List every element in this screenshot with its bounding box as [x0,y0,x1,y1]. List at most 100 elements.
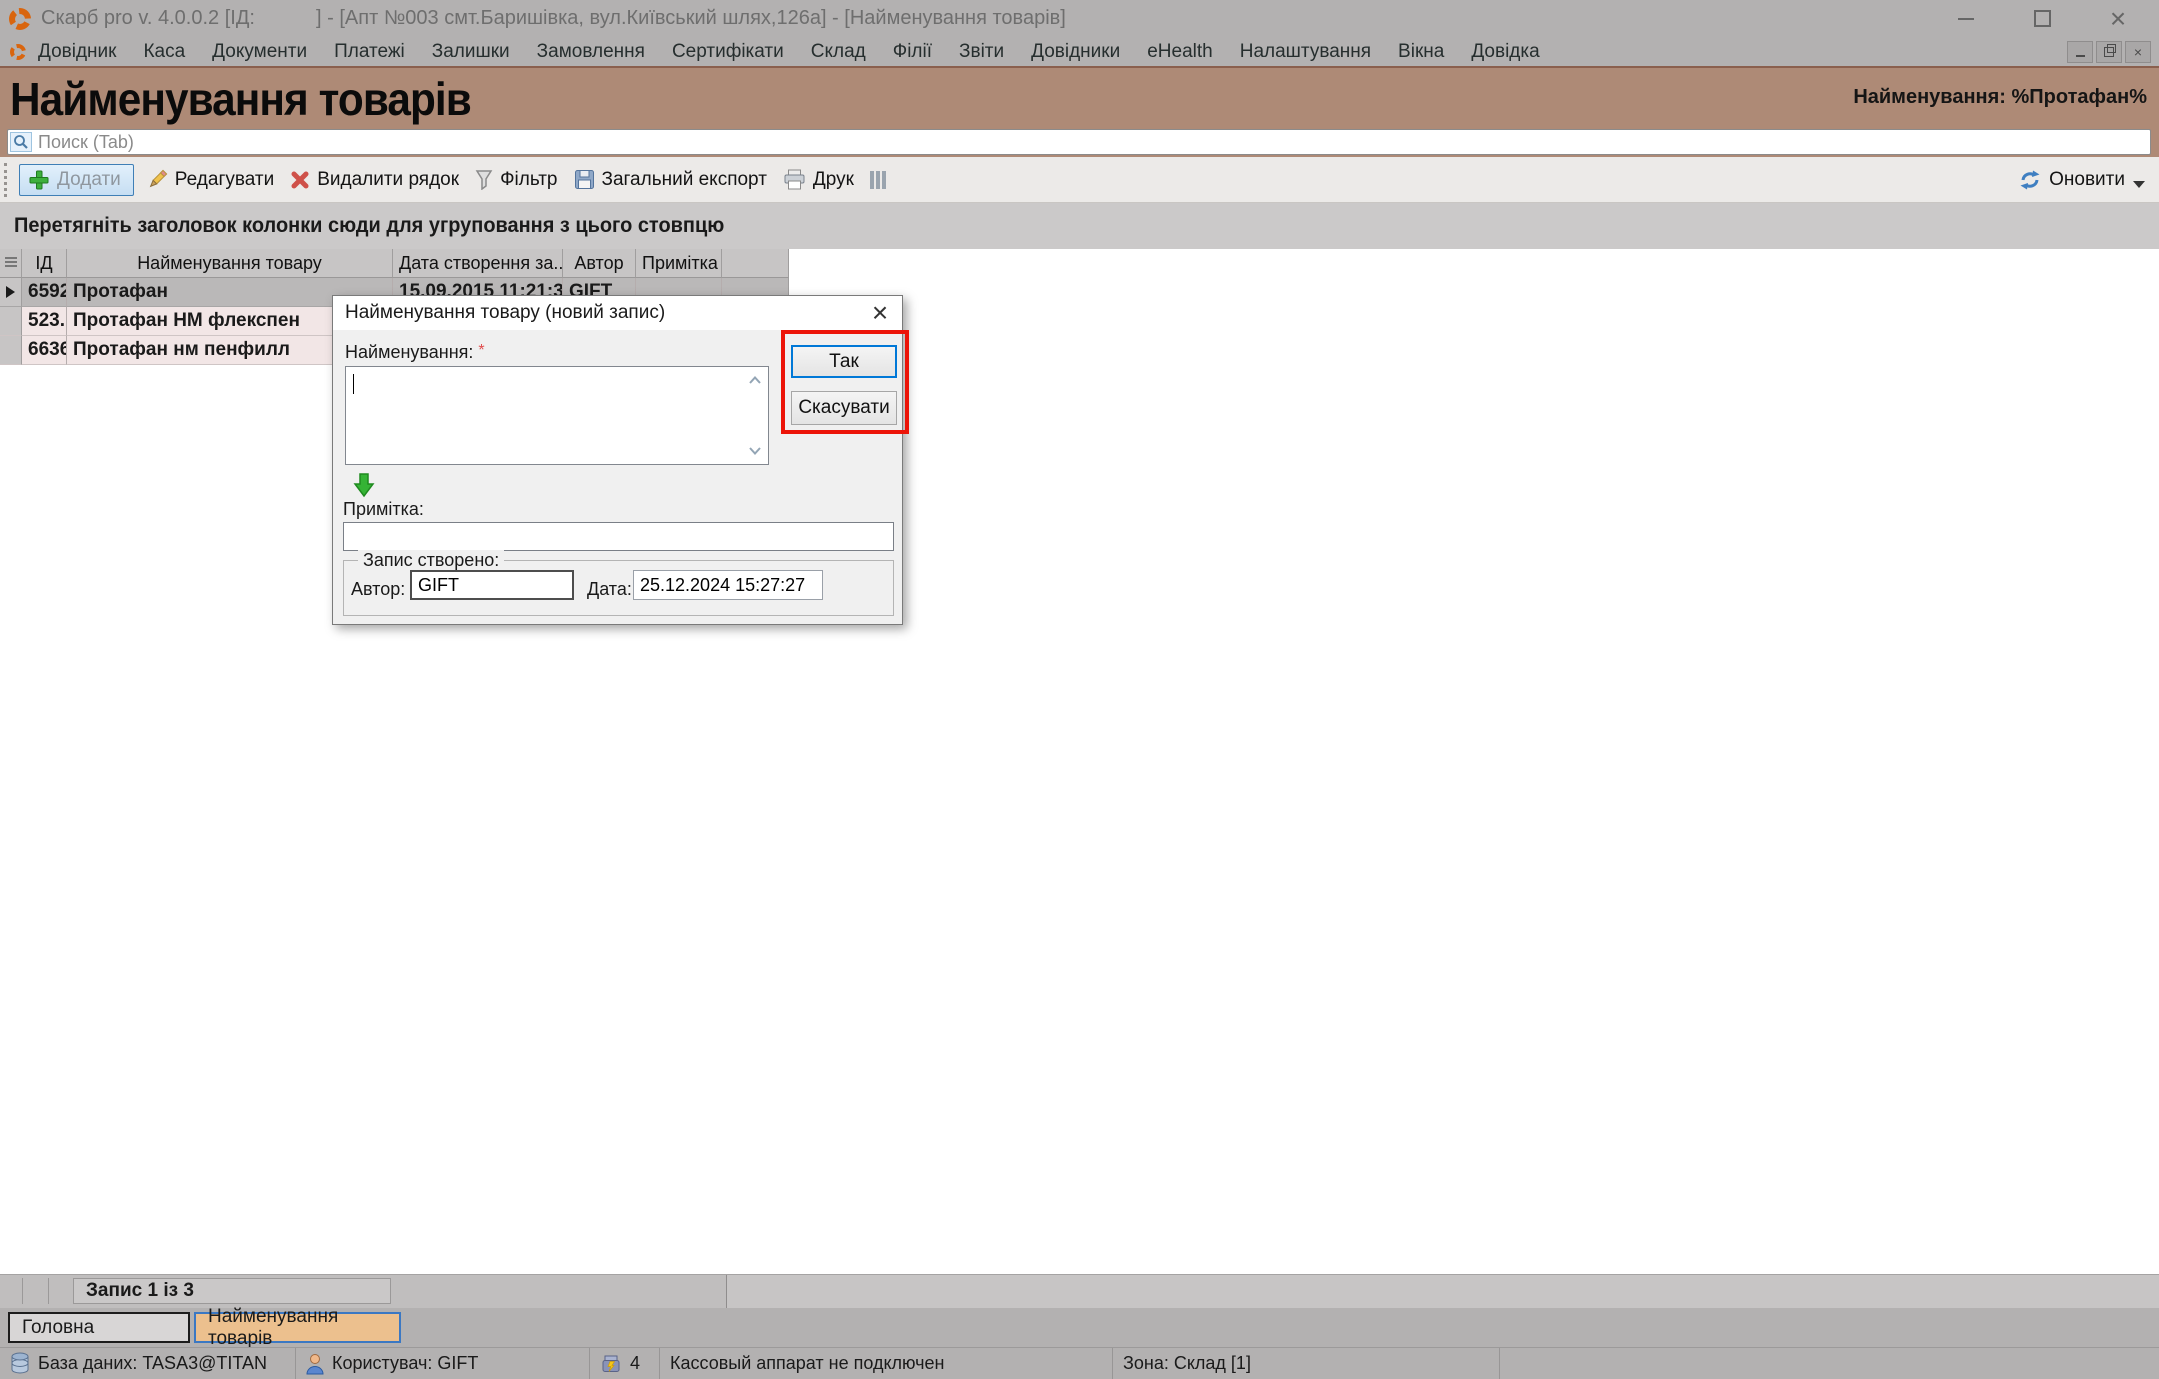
window-title: Скарб pro v. 4.0.0.2 [ІД: ] - [Апт №003 … [41,7,1066,30]
menu-kasa[interactable]: Каса [143,41,185,63]
toolbar-grip[interactable] [4,163,11,197]
minimize-icon[interactable] [1951,6,1981,32]
page-header: Найменування товарів Найменування: %Прот… [0,66,2159,127]
menu-filii[interactable]: Філії [893,41,932,63]
statusbar-user: Користувач: GIFT [296,1348,590,1379]
statusbar-terminal-count: 4 [590,1348,660,1379]
floppy-icon [574,169,595,190]
menu-platezhi[interactable]: Платежі [334,41,405,63]
menu-dokumenty[interactable]: Документи [212,41,307,63]
mdi-minimize-icon[interactable] [2067,41,2093,63]
red-x-icon [290,170,310,190]
search-box[interactable] [7,129,2151,155]
grid-menu-icon [5,257,17,269]
search-icon [10,132,32,152]
page-title: Найменування товарів [10,72,471,126]
refresh-icon [2018,169,2042,191]
column-header-created[interactable]: Дата створення за... [393,249,563,278]
scroll-up-icon[interactable] [747,375,763,385]
record-counter: Запис 1 із 3 [73,1278,391,1304]
menu-zvity[interactable]: Звіти [959,41,1004,63]
menu-dovidnyky[interactable]: Довідники [1031,41,1120,63]
statusbar-cash-status: Кассовый аппарат не подключен [660,1348,1113,1379]
column-header-note[interactable]: Примітка [636,249,722,278]
statusbar-empty [1500,1348,2159,1379]
window-tabs-bar: Головна Найменування товарів [0,1308,2159,1347]
search-input[interactable] [32,132,2150,153]
tab-product-names[interactable]: Найменування товарів [194,1312,401,1343]
refresh-button[interactable]: Оновити [2018,169,2125,191]
filter-button[interactable]: Фільтр [475,169,557,191]
app-logo-icon [9,8,31,30]
menu-sertyfikaty[interactable]: Сертифікати [672,41,784,63]
print-button[interactable]: Друк [783,169,854,191]
menu-zamovlennia[interactable]: Замовлення [537,41,645,63]
app-window: Скарб pro v. 4.0.0.2 [ІД: ] - [Апт №003 … [0,0,2159,1379]
column-header-filler [722,249,789,278]
group-by-panel[interactable]: Перетягніть заголовок колонки сюди для у… [0,203,2159,249]
name-textarea[interactable] [345,366,769,465]
annotation-highlight-box [781,330,909,434]
name-field-label: Найменування: * [345,342,485,363]
date-input[interactable] [633,570,823,600]
dialog-close-icon[interactable]: × [858,296,902,330]
column-header-id[interactable]: ІД [22,249,67,278]
menu-ehealth[interactable]: eHealth [1147,41,1213,63]
database-icon [10,1352,30,1375]
export-button[interactable]: Загальний експорт [574,169,767,191]
grid-corner-cell[interactable] [0,249,22,278]
cash-register-icon [600,1354,622,1374]
cell-id: 523.. [22,307,67,336]
menu-logo-icon [10,44,26,60]
grid-navigator: Запис 1 із 3 [0,1275,727,1308]
scroll-down-icon[interactable] [747,446,763,456]
menu-bar: Довідник Каса Документи Платежі Залишки … [0,37,2159,66]
statusbar-database: База даних: TASA3@TITAN [0,1348,296,1379]
restore-icon[interactable] [2027,6,2057,32]
author-input[interactable] [410,570,574,600]
group-by-hint: Перетягніть заголовок колонки сюди для у… [14,214,724,238]
menu-vikna[interactable]: Вікна [1398,41,1444,63]
column-header-name[interactable]: Найменування товару [67,249,393,278]
delete-row-button[interactable]: Видалити рядок [290,169,459,191]
new-record-dialog: Найменування товару (новий запис) × Найм… [332,295,903,625]
mdi-close-icon[interactable]: × [2125,41,2151,63]
funnel-icon [475,169,493,190]
printer-icon [783,169,806,190]
menu-nalashtuvannia[interactable]: Налаштування [1240,41,1371,63]
close-icon[interactable]: × [2103,6,2133,32]
created-groupbox: Запис створено: Автор: Дата: [343,560,894,616]
menu-zalyshky[interactable]: Залишки [432,41,510,63]
current-row-indicator-icon [6,286,15,298]
edit-button[interactable]: Редагувати [146,169,274,191]
grid-header-row: ІД Найменування товару Дата створення за… [0,249,790,278]
green-down-arrow-icon [353,472,375,498]
required-asterisk: * [478,342,484,359]
mdi-restore-icon[interactable] [2096,41,2122,63]
user-icon [306,1353,324,1375]
menu-sklad[interactable]: Склад [811,41,866,63]
window-titlebar: Скарб pro v. 4.0.0.2 [ІД: ] - [Апт №003 … [0,0,2159,37]
date-label: Дата: [587,579,632,600]
created-group-label: Запис створено: [358,550,504,571]
columns-icon[interactable] [870,171,886,189]
active-filter-label: Найменування: %Протафан% [1853,86,2147,109]
statusbar-zone: Зона: Склад [1] [1113,1348,1500,1379]
author-label: Автор: [351,579,405,600]
text-caret [353,374,354,394]
add-button[interactable]: Додати [19,164,134,196]
status-bar: База даних: TASA3@TITAN Користувач: GIFT… [0,1347,2159,1379]
menu-dovidka[interactable]: Довідка [1471,41,1539,63]
search-row [0,127,2159,157]
tab-home[interactable]: Головна [8,1312,190,1343]
refresh-dropdown-icon[interactable] [2133,181,2145,188]
dialog-titlebar: Найменування товару (новий запис) × [333,296,902,330]
pencil-icon [146,169,168,191]
menu-dovidnyk[interactable]: Довідник [38,41,116,63]
record-strip: Запис 1 із 3 [0,1274,2159,1308]
note-field-label: Примітка: [343,499,424,520]
dialog-title: Найменування товару (новий запис) [333,302,665,324]
column-header-author[interactable]: Автор [563,249,636,278]
toolbar: Додати Редагувати Видалити рядок Фільтр … [0,157,2159,203]
note-input[interactable] [343,522,894,551]
